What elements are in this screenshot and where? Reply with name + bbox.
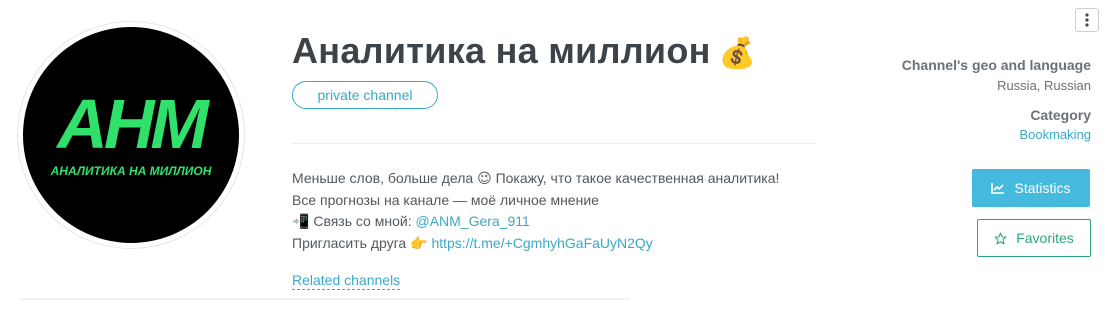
category-link[interactable]: Bookmaking — [1019, 127, 1091, 142]
category-label: Category — [1030, 107, 1091, 123]
statistics-button-label: Statistics — [1014, 180, 1071, 196]
favorites-button-label: Favorites — [1016, 230, 1074, 246]
channel-title-text: Аналитика на миллион — [292, 30, 711, 71]
phone-emoji-icon: 📲 — [292, 213, 310, 230]
channel-title: Аналитика на миллион 💰 — [292, 30, 756, 72]
star-outline-icon — [994, 232, 1007, 244]
description-line-3: 📲 Связь со мной: @ANM_Gera_911 — [292, 213, 530, 230]
divider — [292, 143, 816, 144]
card-bottom-edge — [20, 298, 630, 300]
private-channel-badge: private channel — [292, 81, 438, 109]
contact-link[interactable]: @ANM_Gera_911 — [415, 213, 529, 229]
avatar-image: AHM АНАЛИТИКА НА МИЛЛИОН — [23, 27, 239, 243]
pointing-hand-emoji-icon: 👉 — [410, 234, 428, 251]
description-line-1: Меньше слов, больше дела 😉 Покажу, что т… — [292, 170, 780, 186]
channel-logo: AHM АНАЛИТИКА НА МИЛЛИОН — [50, 85, 215, 178]
more-menu-button[interactable] — [1075, 8, 1099, 32]
invite-link[interactable]: https://t.me/+CgmhyhGaFaUyN2Qy — [431, 235, 652, 251]
chart-line-icon — [991, 183, 1005, 194]
channel-description: Меньше слов, больше дела 😉 Покажу, что т… — [292, 168, 779, 254]
related-channels-link[interactable]: Related channels — [292, 272, 401, 290]
logo-subtext: АНАЛИТИКА НА МИЛЛИОН — [50, 164, 212, 178]
geo-language-label: Channel's geo and language — [901, 57, 1091, 73]
kebab-menu-icon — [1085, 13, 1089, 27]
geo-language-value: Russia, Russian — [997, 78, 1091, 93]
wink-emoji-icon: 😉 — [477, 170, 492, 186]
logo-text: AHM — [55, 85, 210, 163]
favorites-button[interactable]: Favorites — [977, 219, 1091, 257]
description-line-4: Пригласить друга 👉 https://t.me/+CgmhyhG… — [292, 234, 653, 251]
description-line-2: Все прогнозы на канале — моё личное мнен… — [292, 191, 599, 208]
money-bag-icon: 💰 — [718, 37, 757, 70]
statistics-button[interactable]: Statistics — [972, 169, 1090, 207]
channel-avatar: AHM АНАЛИТИКА НА МИЛЛИОН — [18, 22, 244, 248]
